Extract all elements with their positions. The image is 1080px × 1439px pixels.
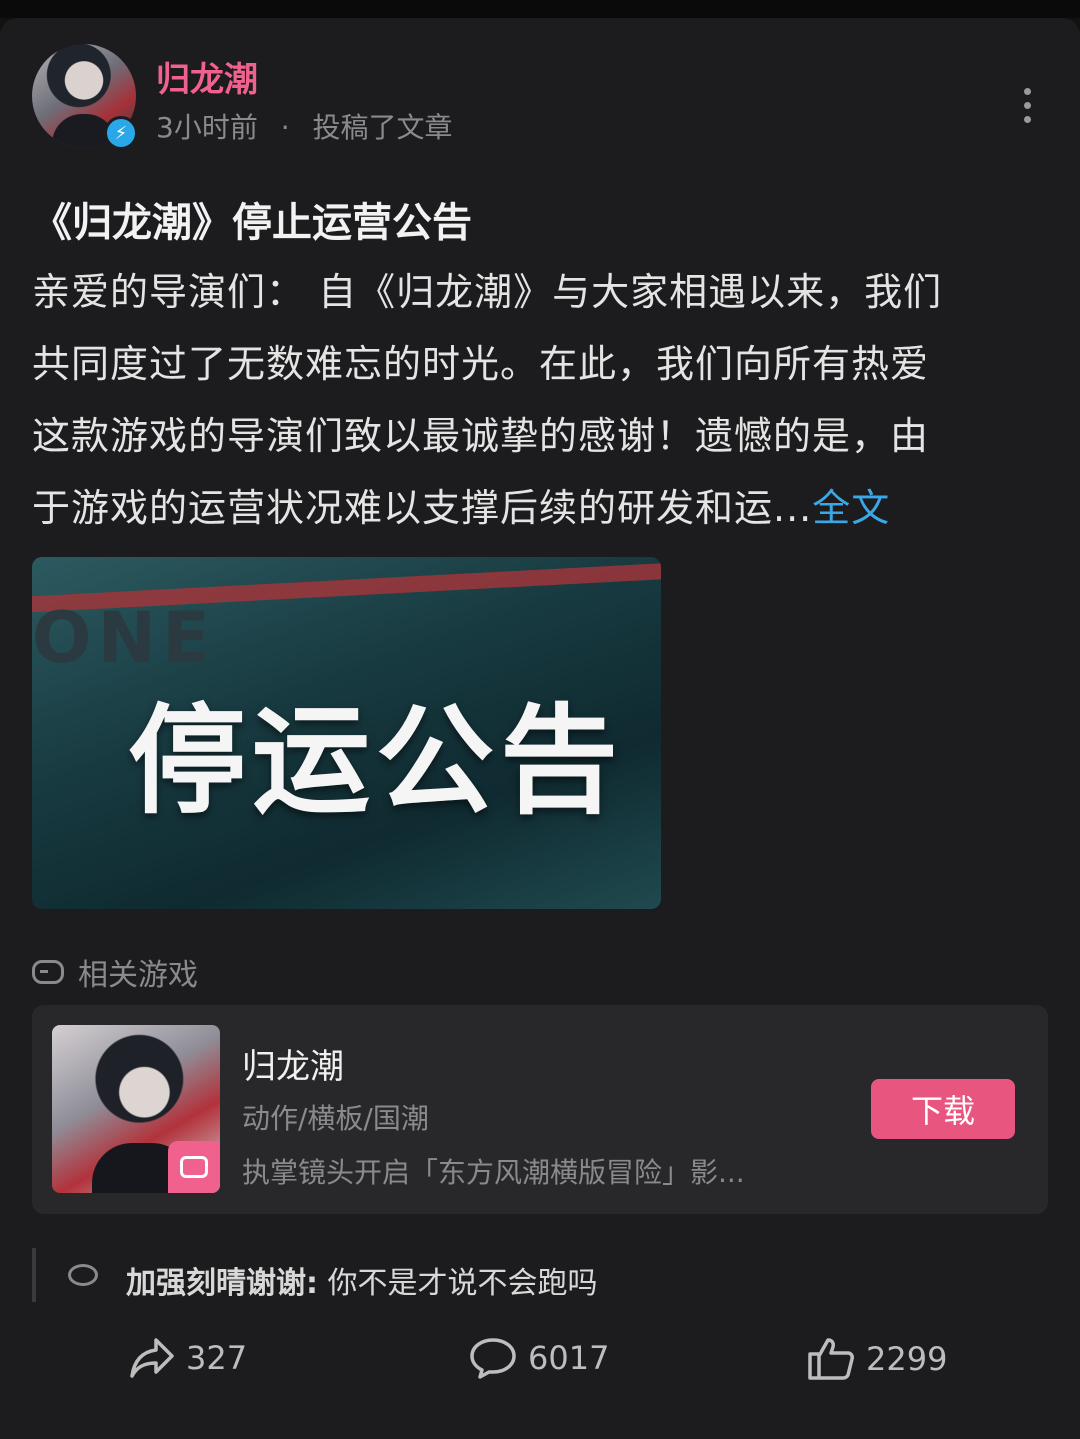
thumbs-up-icon — [808, 1338, 854, 1380]
share-button[interactable]: 327 — [128, 1336, 247, 1380]
comment-count: 6017 — [528, 1339, 610, 1377]
body-line: 于游戏的运营状况难以支撑后续的研发和运... — [32, 486, 813, 530]
comment-button[interactable]: 6017 — [468, 1336, 609, 1380]
share-count: 327 — [186, 1339, 248, 1377]
post-body[interactable]: 亲爱的导演们： 自《归龙潮》与大家相遇以来，我们 共同度过了无数难忘的时光。在此… — [32, 256, 1048, 544]
comment-text: 你不是才说不会跑吗 — [318, 1266, 598, 1301]
related-label-text: 相关游戏 — [78, 958, 198, 993]
more-vertical-icon[interactable] — [1012, 84, 1042, 124]
gamepad-icon — [32, 960, 64, 984]
post-title[interactable]: 《归龙潮》停止运营公告 — [32, 190, 472, 248]
share-icon — [130, 1338, 174, 1378]
game-tags: 动作/横板/国潮 — [242, 1102, 429, 1135]
meta-separator: · — [280, 111, 290, 144]
lightning-icon: ⚡ — [104, 116, 138, 150]
post-action: 投稿了文章 — [312, 111, 453, 144]
status-strip — [0, 0, 1080, 18]
author-name[interactable]: 归龙潮 — [156, 52, 258, 101]
comment-user[interactable]: 加强刻晴谢谢: — [126, 1266, 318, 1301]
game-name: 归龙潮 — [242, 1047, 344, 1087]
like-count: 2299 — [866, 1340, 948, 1378]
post-meta: 3小时前 · 投稿了文章 — [156, 106, 453, 146]
top-comment[interactable]: 加强刻晴谢谢: 你不是才说不会跑吗 — [32, 1248, 1036, 1302]
comment-bubble-icon — [68, 1264, 98, 1286]
related-games-label: 相关游戏 — [32, 950, 198, 994]
body-line: 亲爱的导演们： 自《归龙潮》与大家相遇以来，我们 — [32, 270, 943, 314]
like-button[interactable]: 2299 — [806, 1336, 947, 1382]
game-icon[interactable] — [52, 1025, 220, 1193]
body-line: 这款游戏的导演们致以最诚挚的感谢！遗憾的是，由 — [32, 414, 930, 458]
game-description: 执掌镜头开启「东方风潮横版冒险」影... — [242, 1156, 745, 1189]
body-line-last: 于游戏的运营状况难以支撑后续的研发和运...全文 — [32, 472, 1048, 544]
bilibili-tv-icon — [168, 1141, 220, 1193]
body-line: 共同度过了无数难忘的时光。在此，我们向所有热爱 — [32, 342, 930, 386]
post-time: 3小时前 — [156, 111, 258, 144]
comment-icon — [470, 1338, 516, 1379]
banner-title: 停运公告 — [128, 692, 625, 830]
full-text-link[interactable]: 全文 — [812, 486, 890, 530]
comment-content: 加强刻晴谢谢: 你不是才说不会跑吗 — [126, 1258, 598, 1302]
post-banner-image[interactable]: ONE 停运公告 — [32, 557, 661, 909]
download-button[interactable]: 下载 — [871, 1079, 1015, 1139]
related-game-card[interactable]: 归龙潮 动作/横板/国潮 执掌镜头开启「东方风潮横版冒险」影... 下载 — [32, 1005, 1048, 1214]
action-bar: 327 6017 2299 — [0, 1336, 1080, 1400]
